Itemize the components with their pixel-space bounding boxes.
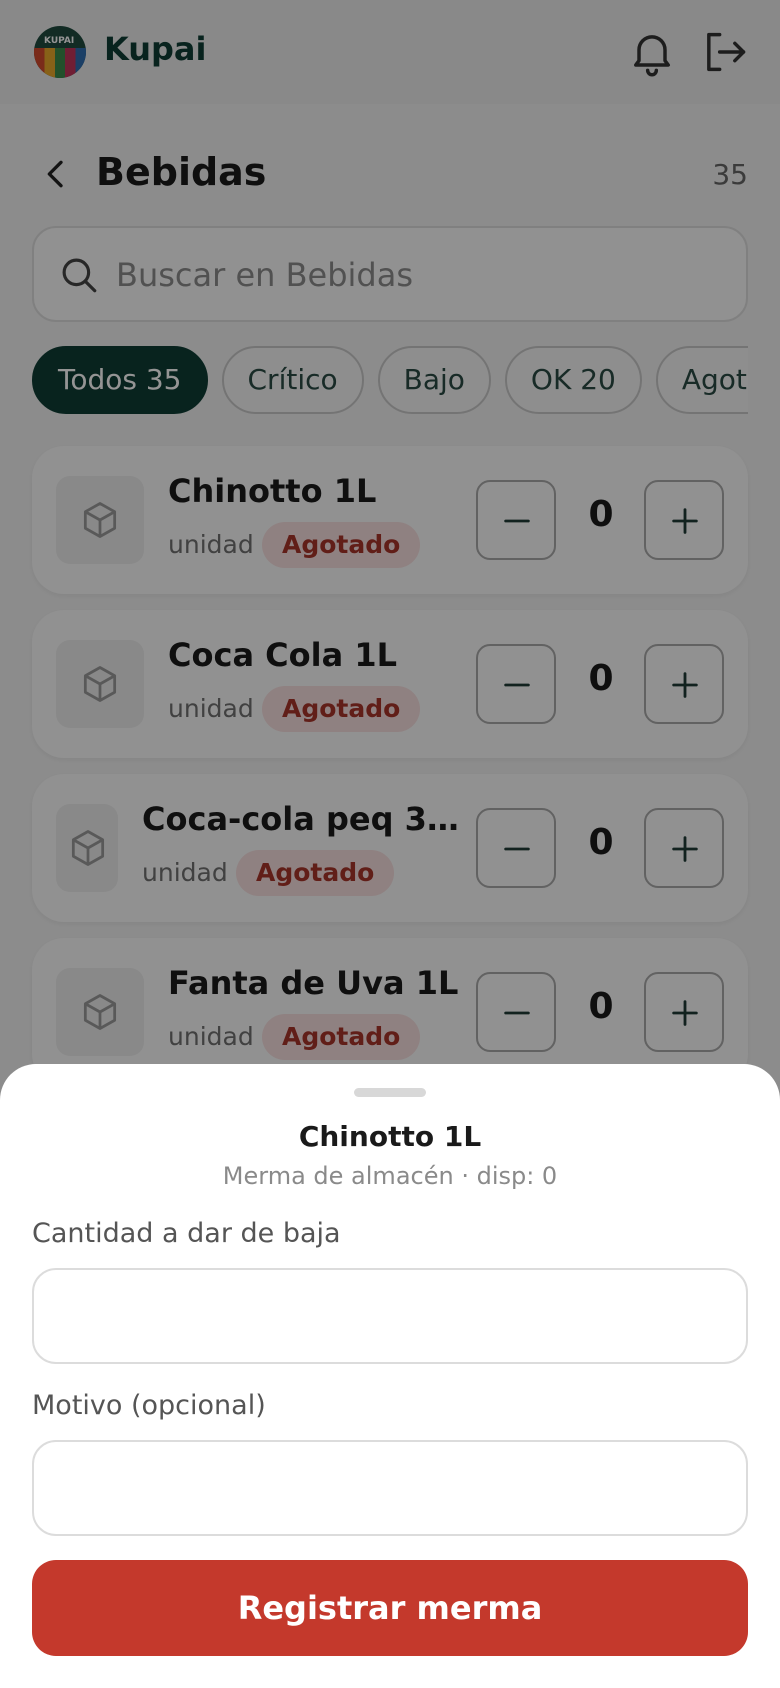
quantity-input[interactable] bbox=[32, 1268, 748, 1364]
reason-input[interactable] bbox=[32, 1440, 748, 1536]
sheet-drag-handle[interactable] bbox=[354, 1088, 426, 1097]
sheet-title: Chinotto 1L bbox=[298, 1120, 482, 1153]
quantity-label: Cantidad a dar de baja bbox=[32, 1218, 341, 1249]
waste-bottom-sheet: Chinotto 1L Merma de almacén · disp: 0 C… bbox=[0, 1064, 780, 1688]
register-waste-button[interactable]: Registrar merma bbox=[32, 1560, 748, 1656]
sheet-subtitle: Merma de almacén · disp: 0 bbox=[222, 1162, 558, 1190]
reason-label: Motivo (opcional) bbox=[32, 1390, 266, 1421]
